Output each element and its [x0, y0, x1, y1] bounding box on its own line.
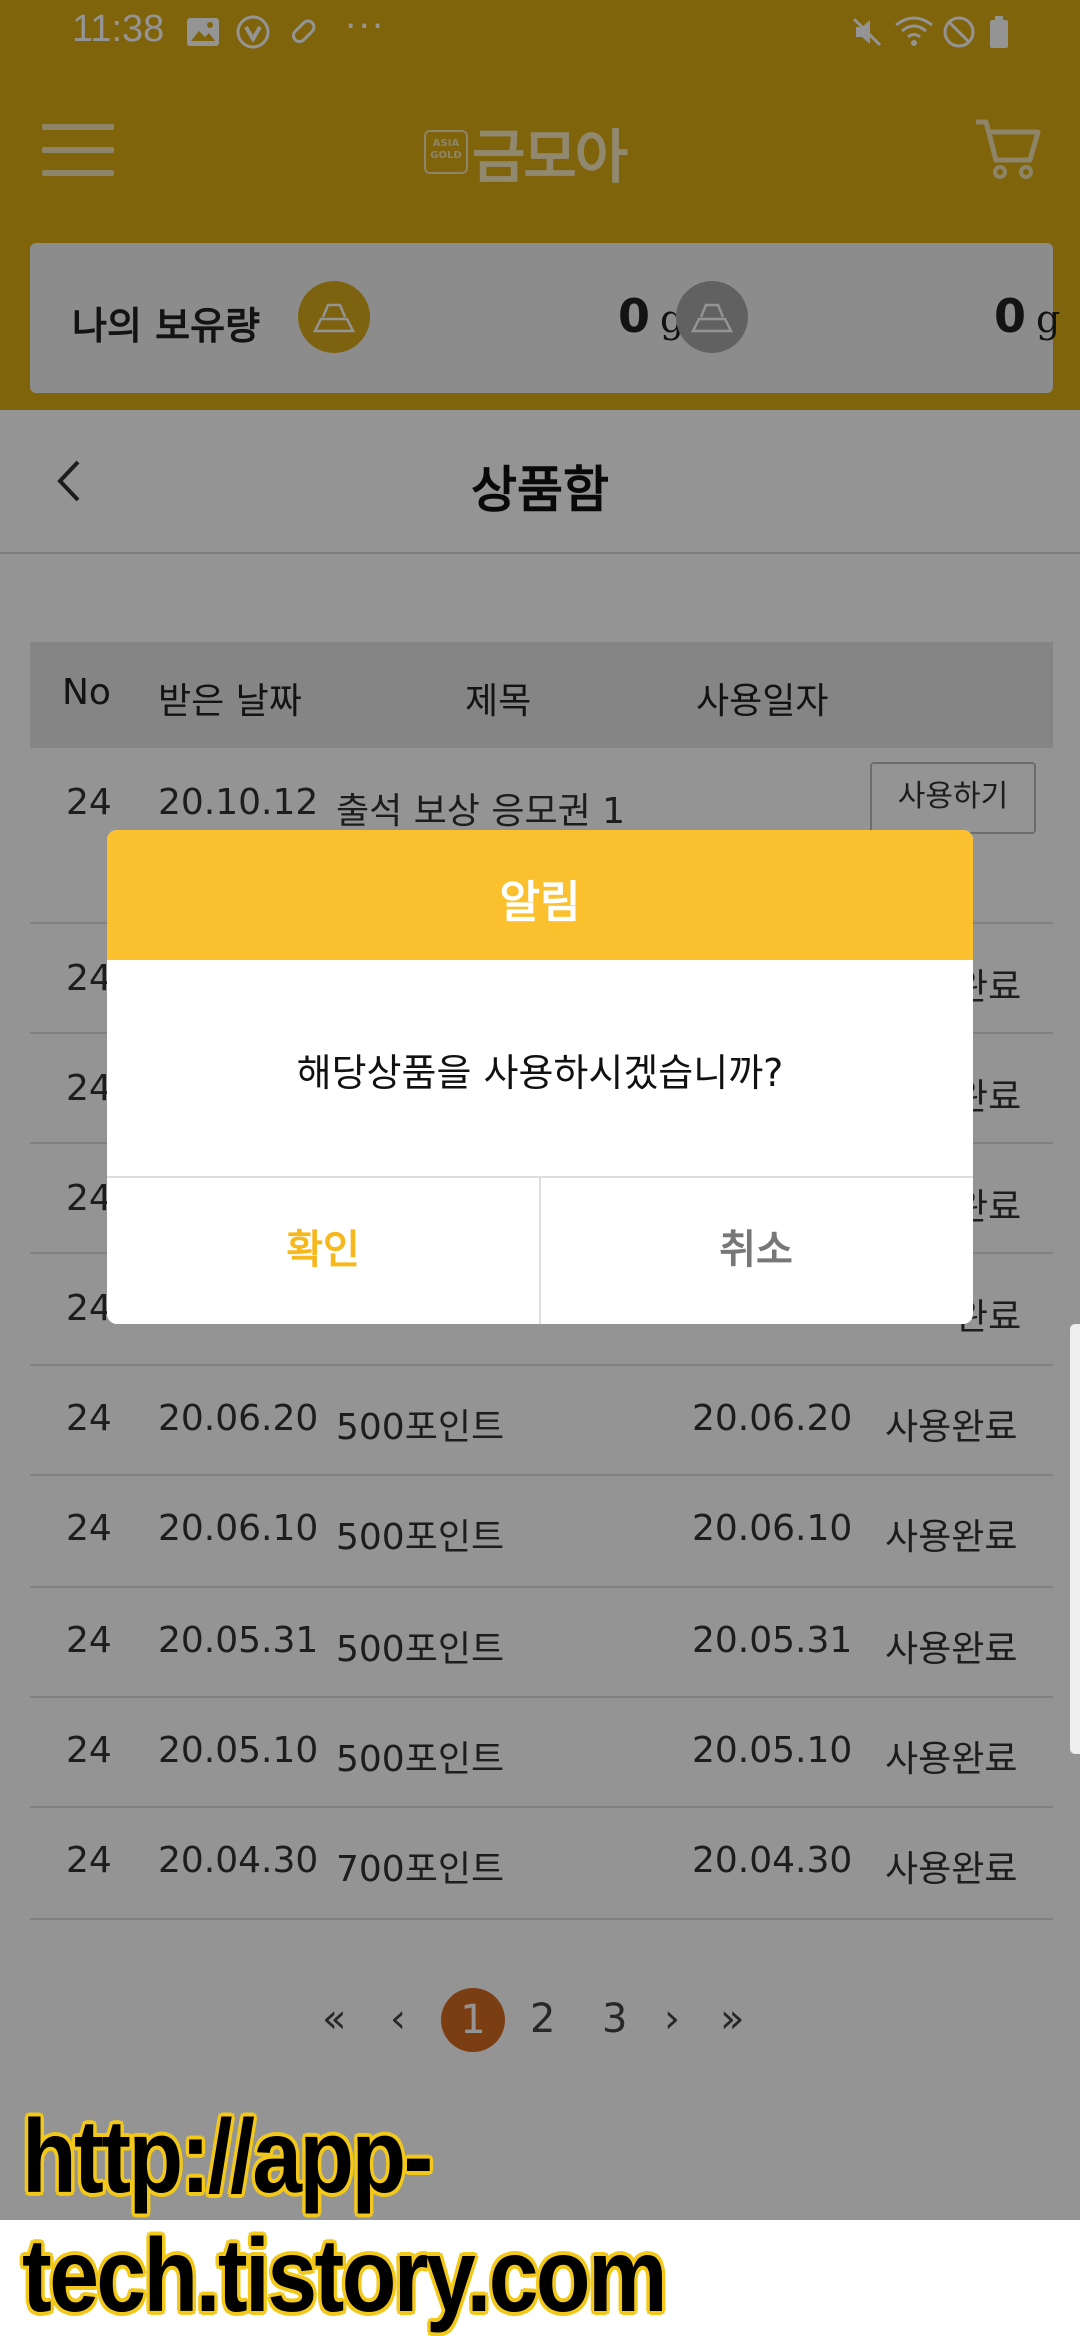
confirm-button[interactable]: 확인 — [107, 1178, 541, 1324]
scroll-handle[interactable] — [1070, 1324, 1080, 1754]
dialog-buttons: 확인 취소 — [107, 1176, 973, 1324]
alert-dialog: 알림 해당상품을 사용하시겠습니까? 확인 취소 — [107, 830, 973, 1324]
dialog-message: 해당상품을 사용하시겠습니까? — [296, 1051, 784, 1095]
dialog-header: 알림 — [107, 830, 973, 960]
cancel-button[interactable]: 취소 — [540, 1178, 972, 1324]
dialog-title: 알림 — [499, 877, 581, 928]
watermark-url: http://app-tech.tistory.com — [22, 2099, 668, 2334]
